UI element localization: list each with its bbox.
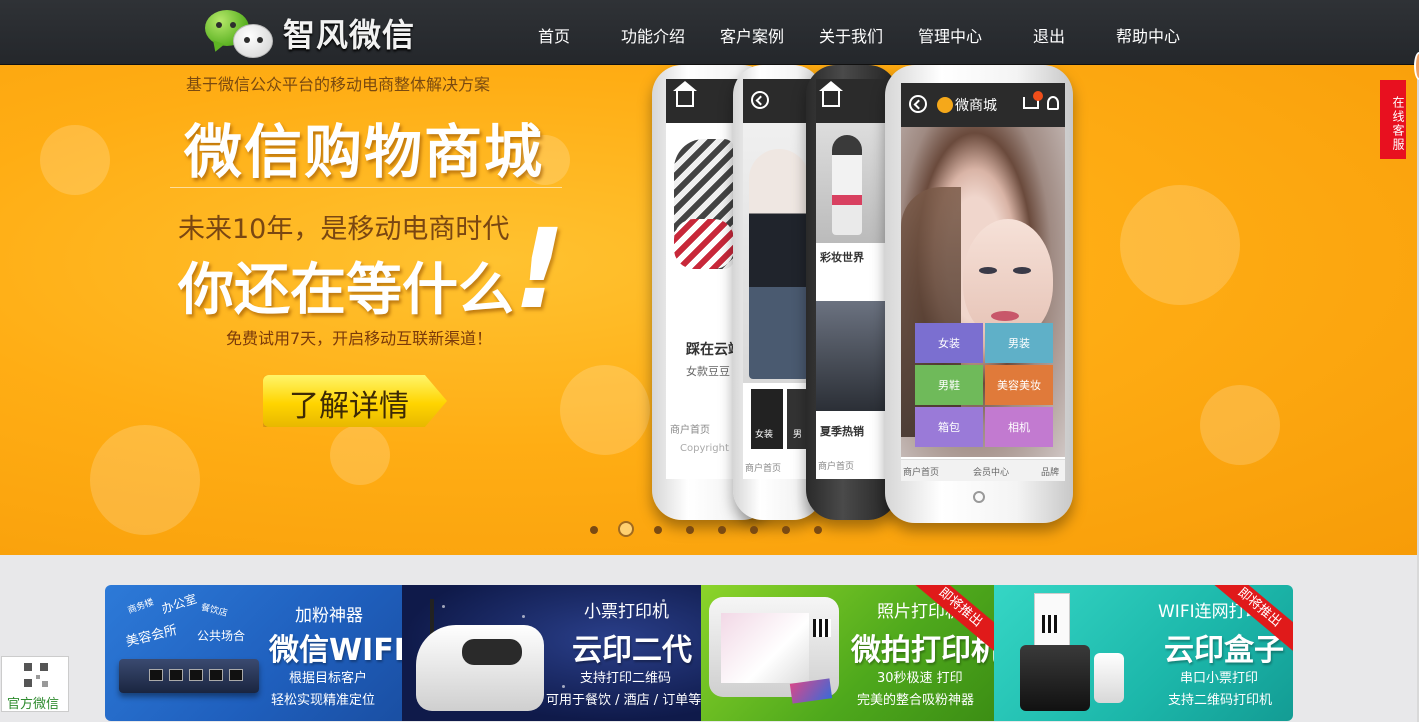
banner-title: 微信购物商城 <box>184 118 545 186</box>
phone-4-sub: 女款豆豆 <box>686 365 730 378</box>
official-wechat-badge[interactable]: 官方微信 <box>1 656 69 712</box>
pager-dot[interactable] <box>814 526 822 534</box>
phone-3-tab-men: 男 <box>793 430 803 440</box>
wechat-bubbles-icon <box>205 8 277 58</box>
site-logo[interactable]: 智风微信 <box>205 8 415 58</box>
card-1-desc-2: 轻松实现精准定位 <box>271 693 376 708</box>
phone-2-bottom-label: 夏季热销 <box>820 425 864 438</box>
card-wechat-wifi[interactable]: 办公室 美容会所 公共场合 商务楼 餐饮店 加粉神器 微信WIFI 根据目标客户… <box>105 585 402 721</box>
user-icon <box>1047 96 1059 110</box>
back-icon <box>751 91 769 109</box>
phone-3-footer: 商户首页 <box>745 464 782 474</box>
receipt-printer-image <box>416 625 544 711</box>
wifi-router-image <box>119 659 259 693</box>
phone-4-footer: 商户首页 <box>670 425 710 436</box>
floating-edge-handle[interactable] <box>1414 52 1419 80</box>
tag-public-places: 公共场合 <box>197 629 246 643</box>
banner-divider <box>170 187 562 188</box>
back-icon <box>909 95 927 113</box>
tag-office-building: 商务楼 <box>126 597 156 617</box>
tag-office: 办公室 <box>159 591 199 617</box>
card-1-headline: 微信WIFI <box>269 633 402 668</box>
banner-tagline: 未来10年，是移动电商时代 <box>178 214 510 245</box>
top-navigation-bar: 智风微信 首页 功能介绍 客户案例 关于我们 管理中心 退出 帮助中心 <box>0 0 1419 65</box>
category-tile-women: 女装 <box>915 323 983 363</box>
nav-help[interactable]: 帮助中心 <box>1116 23 1180 47</box>
qr-code-icon <box>24 663 48 687</box>
nav-logout[interactable]: 退出 <box>1033 23 1065 47</box>
cart-badge <box>1033 91 1043 101</box>
phone-main-footer: 商户首页 会员中心 品牌 <box>901 459 1065 481</box>
phone-main-app-name: 微商城 <box>955 98 997 114</box>
logo-text: 智风微信 <box>283 16 416 54</box>
card-4-headline: 云印盒子 <box>1164 633 1284 668</box>
pager-dot[interactable] <box>718 526 726 534</box>
card-1-kicker: 加粉神器 <box>295 606 363 626</box>
box-printer-image <box>1020 645 1090 711</box>
phone-home-button <box>973 491 985 503</box>
category-grid: 女装 男装 男鞋 美容美妆 箱包 相机 <box>915 323 1053 447</box>
card-2-headline: 云印二代 <box>572 633 692 668</box>
card-2-desc-1: 支持打印二维码 <box>580 671 672 686</box>
tag-restaurant: 餐饮店 <box>199 602 229 620</box>
phone-2-section-title: 彩妆世界 <box>820 251 864 264</box>
card-2-desc-2: 可用于餐饮 / 酒店 / 订单等 <box>546 693 701 708</box>
banner-trial-note: 免费试用7天，开启移动互联新渠道！ <box>226 329 493 348</box>
phone-4-copyright: Copyright <box>680 443 729 454</box>
phone-mockup-main: 微商城 女装 男装 男鞋 美容美妆 箱包 相机 商户首页 会员中心 品牌 <box>885 65 1073 523</box>
home-icon <box>673 81 697 107</box>
online-service-tab[interactable]: 在线客服 <box>1380 80 1406 159</box>
phone-main-screen: 微商城 女装 男装 男鞋 美容美妆 箱包 相机 商户首页 会员中心 品牌 <box>901 83 1065 481</box>
card-cloud-print-box[interactable]: WIFI连网打印 云印盒子 串口小票打印 支持二维码打印机 即将推出 <box>994 585 1293 721</box>
card-2-kicker: 小票打印机 <box>584 602 669 622</box>
card-4-desc-1: 串口小票打印 <box>1180 671 1259 686</box>
learn-more-label: 了解详情 <box>289 389 409 424</box>
category-tile-shoes: 男鞋 <box>915 365 983 405</box>
learn-more-button[interactable]: 了解详情 <box>263 375 447 427</box>
card-1-desc-1: 根据目标客户 <box>289 671 368 686</box>
nav-home[interactable]: 首页 <box>538 23 570 47</box>
pager-dot[interactable] <box>618 521 634 537</box>
home-icon <box>819 81 843 107</box>
card-3-desc-1: 30秒极速 打印 <box>877 671 963 686</box>
pager-dot[interactable] <box>590 526 598 534</box>
pager-dot[interactable] <box>782 526 790 534</box>
hero-banner[interactable]: 基于微信公众平台的移动电商整体解决方案 微信购物商城 未来10年，是移动电商时代… <box>0 65 1417 555</box>
phone-main-footer-brand: 品牌 <box>1041 468 1060 478</box>
nav-features[interactable]: 功能介绍 <box>621 23 685 47</box>
card-4-desc-2: 支持二维码打印机 <box>1168 693 1273 708</box>
banner-headline: 你还在等什么 <box>178 258 514 323</box>
phone-3-tab-women: 女装 <box>755 430 774 440</box>
pager-dot[interactable] <box>750 526 758 534</box>
category-tile-men: 男装 <box>985 323 1053 363</box>
phone-main-footer-home: 商户首页 <box>903 468 940 478</box>
card-photo-printer[interactable]: 照片打印机 微拍打印机 30秒极速 打印 完美的整合吸粉神器 即将推出 <box>701 585 994 721</box>
pager-dot[interactable] <box>686 526 694 534</box>
phone-2-footer: 商户首页 <box>818 462 855 472</box>
card-cloud-printer-2[interactable]: 小票打印机 云印二代 支持打印二维码 可用于餐饮 / 酒店 / 订单等 <box>402 585 701 721</box>
nav-cases[interactable]: 客户案例 <box>720 23 784 47</box>
category-tile-bags: 箱包 <box>915 407 983 447</box>
shop-logo-icon <box>937 97 953 113</box>
official-wechat-label: 官方微信 <box>7 697 60 712</box>
nav-about[interactable]: 关于我们 <box>819 23 883 47</box>
pager-dot[interactable] <box>654 526 662 534</box>
category-tile-beauty: 美容美妆 <box>985 365 1053 405</box>
phone-main-footer-member: 会员中心 <box>973 468 1010 478</box>
phone-2-screen: 彩妆世界 夏季热销 商户首页 <box>816 79 888 479</box>
product-cards: 办公室 美容会所 公共场合 商务楼 餐饮店 加粉神器 微信WIFI 根据目标客户… <box>105 585 1293 721</box>
card-3-desc-2: 完美的整合吸粉神器 <box>857 693 975 708</box>
nav-admin[interactable]: 管理中心 <box>918 23 982 47</box>
tag-beauty-club: 美容会所 <box>124 622 179 651</box>
category-tile-camera: 相机 <box>985 407 1053 447</box>
banner-subtitle: 基于微信公众平台的移动电商整体解决方案 <box>186 75 491 94</box>
